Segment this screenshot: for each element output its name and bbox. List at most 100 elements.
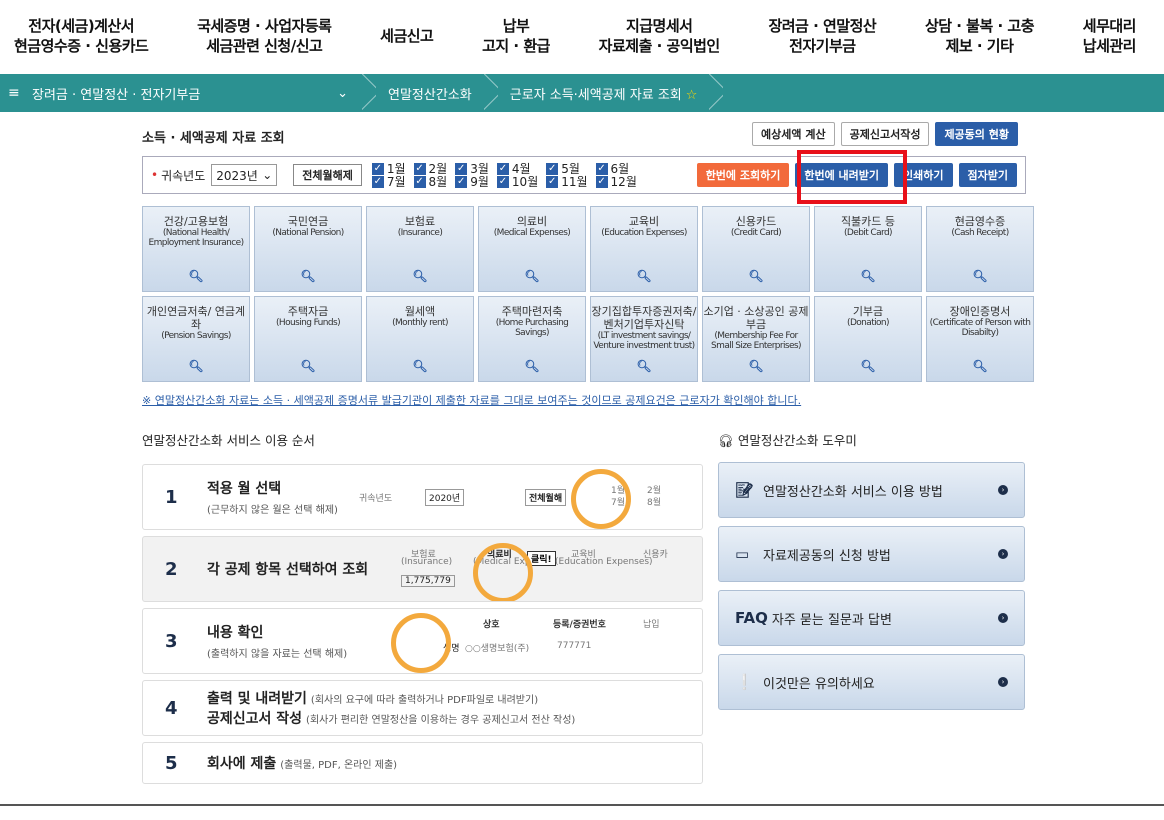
search-icon: 🔍︎	[300, 269, 316, 283]
search-icon: 🔍︎	[188, 359, 204, 373]
search-icon: 🔍︎	[412, 269, 428, 283]
divider	[0, 804, 1164, 806]
search-icon: 🔍︎	[748, 359, 764, 373]
helper-how-to-use[interactable]: 📝︎ 연말정산간소화 서비스 이용 방법 ›	[718, 462, 1025, 518]
chevron-right-icon: ›	[998, 677, 1008, 687]
month-checkbox[interactable]: ✓ 4월	[496, 162, 538, 175]
category-national-pension[interactable]: 국민연금 (National Pension) 🔍︎	[254, 206, 362, 292]
month-checkbox[interactable]: ✓ 8월	[413, 175, 447, 188]
demo-year: 2020년	[425, 489, 465, 506]
topnav-item-tax-report[interactable]: 세금신고	[380, 26, 434, 46]
topnav-item-tax-agent[interactable]: 세무대리 납세관리	[1083, 16, 1137, 56]
demo-insurance-en: (Insurance)	[401, 557, 453, 567]
year-label: 귀속년도	[161, 168, 206, 183]
breadcrumb-level2[interactable]: 연말정산간소화	[376, 84, 484, 103]
topnav-item-statements[interactable]: 지급명세서 자료제출 · 공익법인	[599, 16, 721, 56]
braille-button[interactable]: 점자받기	[958, 163, 1017, 187]
breadcrumb-separator	[484, 74, 498, 112]
step-4: 4 출력 및 내려받기 (회사의 요구에 따라 출력하거나 PDF파일로 내려받기…	[142, 680, 703, 736]
category-small-business[interactable]: 소기업 · 소상공인 공제부금 (Membership Fee For Small…	[702, 296, 810, 382]
category-grid: 건강/고용보험 (National Health/ Employment Insu…	[142, 206, 1034, 382]
estimate-tax-button[interactable]: 예상세액 계산	[752, 122, 835, 146]
topnav-item-consulting[interactable]: 상담 · 불복 · 고충 제보 · 기타	[925, 16, 1035, 56]
month-checkboxes: ✓ 1월 ✓ 2월 ✓ 3월 ✓ 4월 ✓ 5월 ✓ 6월 ✓ 7월 ✓ 8월 ✓ 9월 ✓ 10월…	[371, 162, 637, 188]
helper-list: 📝︎ 연말정산간소화 서비스 이용 방법 › ▭ 자료제공동의 신청 방법 › FAQ 자…	[718, 462, 1025, 718]
search-icon: 🔍︎	[972, 359, 988, 373]
category-pension-savings[interactable]: 개인연금저축/ 연금계좌 (Pension Savings) 🔍︎	[142, 296, 250, 382]
breadcrumb-level3: 근로자 소득·세액공제 자료 조회 ☆	[509, 87, 698, 103]
demo-month: 8월	[647, 498, 662, 508]
steps-title: 연말정산간소화 서비스 이용 순서	[142, 433, 315, 448]
month-checkbox[interactable]: ✓ 11월	[546, 175, 588, 188]
category-credit-card[interactable]: 신용카드 (Credit Card) 🔍︎	[702, 206, 810, 292]
category-lt-investment[interactable]: 장기집합투자증권저축/ 벤처기업투자신탁 (LT investment savin…	[590, 296, 698, 382]
month-checkbox[interactable]: ✓ 2월	[413, 162, 447, 175]
demo-insurance-value: 1,775,779	[401, 575, 455, 587]
demo-row-value: 777771	[557, 641, 592, 651]
category-donation[interactable]: 기부금 (Donation) 🔍︎	[814, 296, 922, 382]
step-5: 5 회사에 제출 (출력물, PDF, 온라인 제출)	[142, 742, 703, 784]
year-select[interactable]: 2023년 ⌄	[211, 164, 278, 186]
write-deduction-button[interactable]: 공제신고서작성	[840, 122, 930, 146]
month-checkbox[interactable]: ✓ 12월	[595, 175, 637, 188]
menu-icon[interactable]: ≡	[8, 85, 22, 101]
search-icon: 🔍︎	[524, 269, 540, 283]
topnav-item-certificates[interactable]: 국세증명 · 사업자등록 세금관련 신청/신고	[197, 16, 332, 56]
category-education[interactable]: 교육비 (Education Expenses) 🔍︎	[590, 206, 698, 292]
category-disability-cert[interactable]: 장애인증명서 (Certificate of Person with Disabi…	[926, 296, 1034, 382]
document-icon: ▭	[735, 545, 750, 563]
helper-faq[interactable]: FAQ 자주 묻는 질문과 답변 ›	[718, 590, 1025, 646]
steps-list: 1 적용 월 선택 (근무하지 않은 월은 선택 해제) 귀속년도 2020년 전…	[142, 464, 703, 790]
breadcrumb-level1[interactable]: 장려금 · 연말정산 · 전자기부금 ⌄	[32, 84, 362, 103]
breadcrumb-separator	[362, 74, 376, 112]
category-medical[interactable]: 의료비 (Medical Expenses) 🔍︎	[478, 206, 586, 292]
search-icon: 🔍︎	[748, 269, 764, 283]
month-checkbox[interactable]: ✓ 7월	[371, 175, 406, 188]
page-title: 소득 · 세액공제 자료 조회	[142, 131, 285, 146]
category-cash-receipt[interactable]: 현금영수증 (Cash Receipt) 🔍︎	[926, 206, 1034, 292]
breadcrumb: ≡ 장려금 · 연말정산 · 전자기부금 ⌄ 연말정산간소화 근로자 소득·세액공…	[0, 74, 1164, 112]
search-icon: 🔍︎	[972, 269, 988, 283]
notice-text[interactable]: ※ 연말정산간소화 자료는 소득 · 세액공제 증명서류 발급기관이 제출한 자…	[142, 392, 801, 408]
helper-title: 🎧︎ 연말정산간소화 도우미	[718, 433, 857, 448]
category-home-savings[interactable]: 주택마련저축 (Home Purchasing Savings) 🔍︎	[478, 296, 586, 382]
topnav-item-yearend[interactable]: 장려금 · 연말정산 전자기부금	[768, 16, 876, 56]
search-icon: 🔍︎	[300, 359, 316, 373]
helper-consent-method[interactable]: ▭ 자료제공동의 신청 방법 ›	[718, 526, 1025, 582]
highlight-ring	[571, 469, 631, 529]
headset-icon: 🎧︎	[718, 433, 734, 448]
month-checkbox[interactable]: ✓ 10월	[496, 175, 538, 188]
chevron-down-icon: ⌄	[262, 168, 273, 182]
demo-year-label: 귀속년도	[359, 494, 393, 504]
category-insurance[interactable]: 보험료 (Insurance) 🔍︎	[366, 206, 474, 292]
document-pen-icon: 📝︎	[735, 481, 755, 499]
month-checkbox[interactable]: ✓ 1월	[371, 162, 406, 175]
topnav-item-payment[interactable]: 납부 고지 · 환급	[482, 16, 550, 56]
exclamation-icon: ❕	[735, 673, 754, 691]
faq-icon: FAQ	[735, 609, 768, 627]
category-housing-funds[interactable]: 주택자금 (Housing Funds) 🔍︎	[254, 296, 362, 382]
query-all-button[interactable]: 한번에 조회하기	[696, 163, 790, 187]
chevron-right-icon: ›	[998, 613, 1008, 623]
helper-caution[interactable]: ❕ 이것만은 유의하세요 ›	[718, 654, 1025, 710]
star-icon[interactable]: ☆	[686, 88, 698, 103]
step-3: 3 내용 확인 (출력하지 않을 자료는 선택 해제) 상호 등록/증권번호 납입…	[142, 608, 703, 674]
category-monthly-rent[interactable]: 월세액 (Monthly rent) 🔍︎	[366, 296, 474, 382]
clear-all-months-button[interactable]: 전체월해제	[293, 164, 362, 186]
step-2: 2 각 공제 항목 선택하여 조회 보험료 (Insurance) 1,775,…	[142, 536, 703, 602]
search-icon: 🔍︎	[524, 359, 540, 373]
month-checkbox[interactable]: ✓ 9월	[455, 175, 489, 188]
demo-credit: 신용카	[643, 550, 668, 560]
search-icon: 🔍︎	[636, 269, 652, 283]
consent-status-button[interactable]: 제공동의 현황	[935, 122, 1018, 146]
month-checkbox[interactable]: ✓ 5월	[546, 162, 587, 175]
category-health-insurance[interactable]: 건강/고용보험 (National Health/ Employment Insu…	[142, 206, 250, 292]
topnav-item-einvoice[interactable]: 전자(세금)계산서 현금영수증 · 신용카드	[14, 16, 149, 56]
month-checkbox[interactable]: ✓ 6월	[595, 162, 637, 175]
demo-col: 상호	[483, 620, 500, 630]
month-checkbox[interactable]: ✓ 3월	[455, 162, 489, 175]
category-debit-card[interactable]: 직불카드 등 (Debit Card) 🔍︎	[814, 206, 922, 292]
search-icon: 🔍︎	[636, 359, 652, 373]
highlight-box	[797, 150, 907, 204]
search-icon: 🔍︎	[412, 359, 428, 373]
